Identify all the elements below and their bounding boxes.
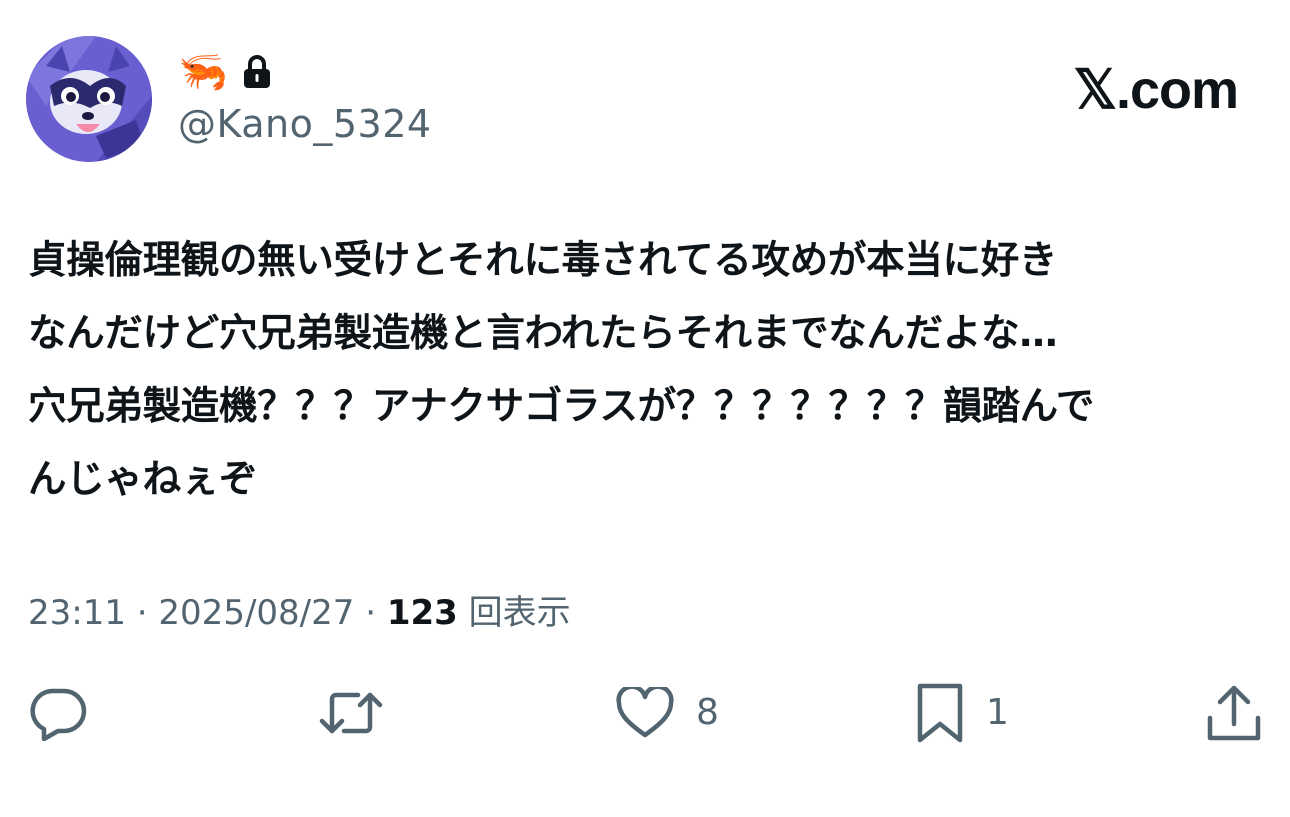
retweet-icon (318, 685, 384, 741)
tweet-line: 貞操倫理観の無い受けとそれに毒されてる攻めが本当に好き (28, 238, 1058, 283)
avatar[interactable] (26, 36, 152, 162)
tweet-line: 穴兄弟製造機？？？アナクサゴラスが？？？？？？？韻踏んで (28, 384, 1095, 429)
tweet-text: 貞操倫理観の無い受けとそれに毒されてる攻めが本当に好き なんだけど穴兄弟製造機と… (28, 224, 1262, 516)
like-icon (616, 687, 674, 739)
display-name[interactable]: 🦐 (178, 50, 228, 94)
tweet-time[interactable]: 23:11 (28, 593, 126, 633)
like-count: 8 (696, 692, 719, 733)
username-handle[interactable]: @Kano_5324 (178, 101, 432, 147)
like-button[interactable]: 8 (616, 680, 719, 746)
brand-logo: 𝕏.com (1073, 60, 1239, 120)
action-bar: 8 1 (0, 680, 1290, 746)
tweet-line: んじゃねぇぞ (28, 457, 258, 502)
share-icon (1206, 684, 1262, 742)
views-label: 回表示 (468, 593, 571, 633)
name-row: 🦐 (178, 50, 272, 94)
bookmark-button[interactable]: 1 (916, 680, 1009, 746)
retweet-button[interactable] (318, 680, 384, 746)
views-count: 123 (386, 593, 458, 633)
tweet-date[interactable]: 2025/08/27 (158, 593, 354, 633)
meta-separator: · (354, 593, 387, 633)
bookmark-count: 1 (986, 692, 1009, 733)
tweet-metadata: 23:11 · 2025/08/27 · 123 回表示 (28, 588, 571, 638)
reply-icon (28, 685, 88, 741)
lock-icon (242, 54, 272, 90)
share-button[interactable] (1206, 680, 1262, 746)
meta-separator: · (125, 593, 159, 633)
tweet-line: なんだけど穴兄弟製造機と言われたらそれまでなんだよな… (28, 311, 1058, 356)
bookmark-icon (916, 682, 964, 744)
reply-button[interactable] (28, 680, 88, 746)
